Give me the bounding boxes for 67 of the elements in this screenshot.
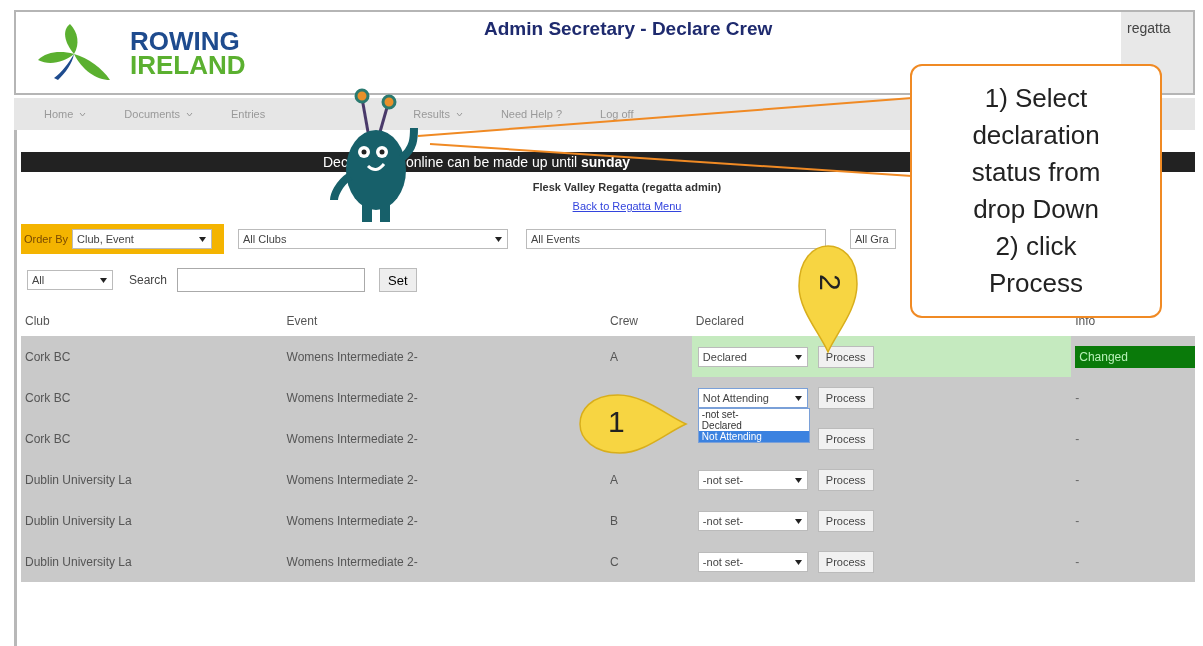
back-link[interactable]: Back to Regatta Menu (572, 200, 682, 212)
process-button[interactable]: Process (817, 345, 874, 368)
order-dropdown[interactable]: Club, Event (72, 229, 212, 249)
caret-icon (199, 237, 206, 242)
table-cell: C (610, 554, 619, 569)
caret-icon (794, 477, 802, 483)
caret-icon (794, 395, 802, 401)
logo-text: ROWING (130, 28, 241, 53)
caret-icon (794, 559, 802, 565)
column-header: Club (24, 314, 51, 328)
notice-text: Dec (323, 154, 348, 170)
process-button[interactable]: Process (817, 468, 874, 491)
step-number: 2 (813, 274, 847, 291)
grade-dropdown[interactable]: All Gra (850, 229, 896, 249)
search-label: Search (129, 273, 168, 287)
search-field[interactable] (177, 268, 366, 292)
process-button[interactable]: Process (817, 550, 874, 573)
table-cell: A (610, 472, 618, 487)
page-title: Admin Secretary - Declare Crew (483, 17, 774, 41)
info-status: - (1075, 431, 1080, 446)
table-cell-text: Cork BC (24, 349, 72, 364)
dropdown-option[interactable]: Declared (698, 419, 809, 431)
caret-icon (794, 518, 802, 524)
info-status: - (1075, 472, 1080, 487)
table-cell-text: Womens Intermediate 2- (285, 554, 419, 569)
event-dropdown[interactable]: All Events (526, 229, 826, 249)
caret-icon (794, 354, 802, 360)
table-cell-text: Dublin University La (24, 554, 133, 569)
step-number: 1 (608, 405, 625, 439)
instruction-text: 1) Select declaration status from drop Down (970, 82, 1102, 226)
process-button[interactable]: Process (817, 427, 874, 450)
table-cell-text: Cork BC (24, 390, 72, 405)
table-cell-text: Womens Intermediate 2- (285, 431, 419, 446)
status-dropdown[interactable]: -not set- (697, 469, 808, 490)
logo-text: IRELAND (130, 52, 246, 77)
caret-icon (495, 237, 502, 242)
info-status: - (1075, 513, 1080, 528)
column-header: Declared (694, 314, 745, 328)
table-cell-text: Cork BC (24, 431, 72, 446)
status-dropdown[interactable]: -not set- (697, 510, 808, 531)
table-cell-text: Womens Intermediate 2- (285, 513, 419, 528)
process-button[interactable]: Process (817, 509, 874, 532)
dropdown-option[interactable]: Not Attending (698, 430, 809, 442)
column-header: Event (285, 314, 319, 328)
table-cell-text: Dublin University La (24, 472, 133, 487)
status-dropdown[interactable]: All (27, 270, 113, 290)
table-cell: A (610, 349, 618, 364)
dropdown-option[interactable]: -not set- (698, 408, 809, 420)
info-status: - (1075, 554, 1080, 569)
info-status: Changed (1075, 345, 1195, 368)
table-cell-text: Womens Intermediate 2- (285, 390, 419, 405)
set-button[interactable]: Set (379, 268, 417, 292)
process-button[interactable]: Process (817, 386, 874, 409)
instruction-text: 2) click Process (988, 230, 1084, 300)
table-cell-text: Womens Intermediate 2- (285, 472, 419, 487)
table-cell: B (610, 513, 618, 528)
table-cell-text: Womens Intermediate 2- (285, 349, 419, 364)
notice-text: online can be made up until sunday (405, 154, 631, 170)
club-dropdown[interactable]: All Clubs (238, 229, 508, 249)
status-dropdown[interactable]: Declared (697, 346, 808, 367)
table-cell-text: Dublin University La (24, 513, 133, 528)
info-status: - (1075, 390, 1080, 405)
status-dropdown[interactable]: -not set- (697, 551, 808, 572)
order-by-label: Order By (24, 233, 68, 245)
column-header: Crew (609, 314, 639, 328)
regatta-name: Flesk Valley Regatta (regatta admin) (531, 181, 723, 193)
caret-icon (100, 278, 107, 283)
